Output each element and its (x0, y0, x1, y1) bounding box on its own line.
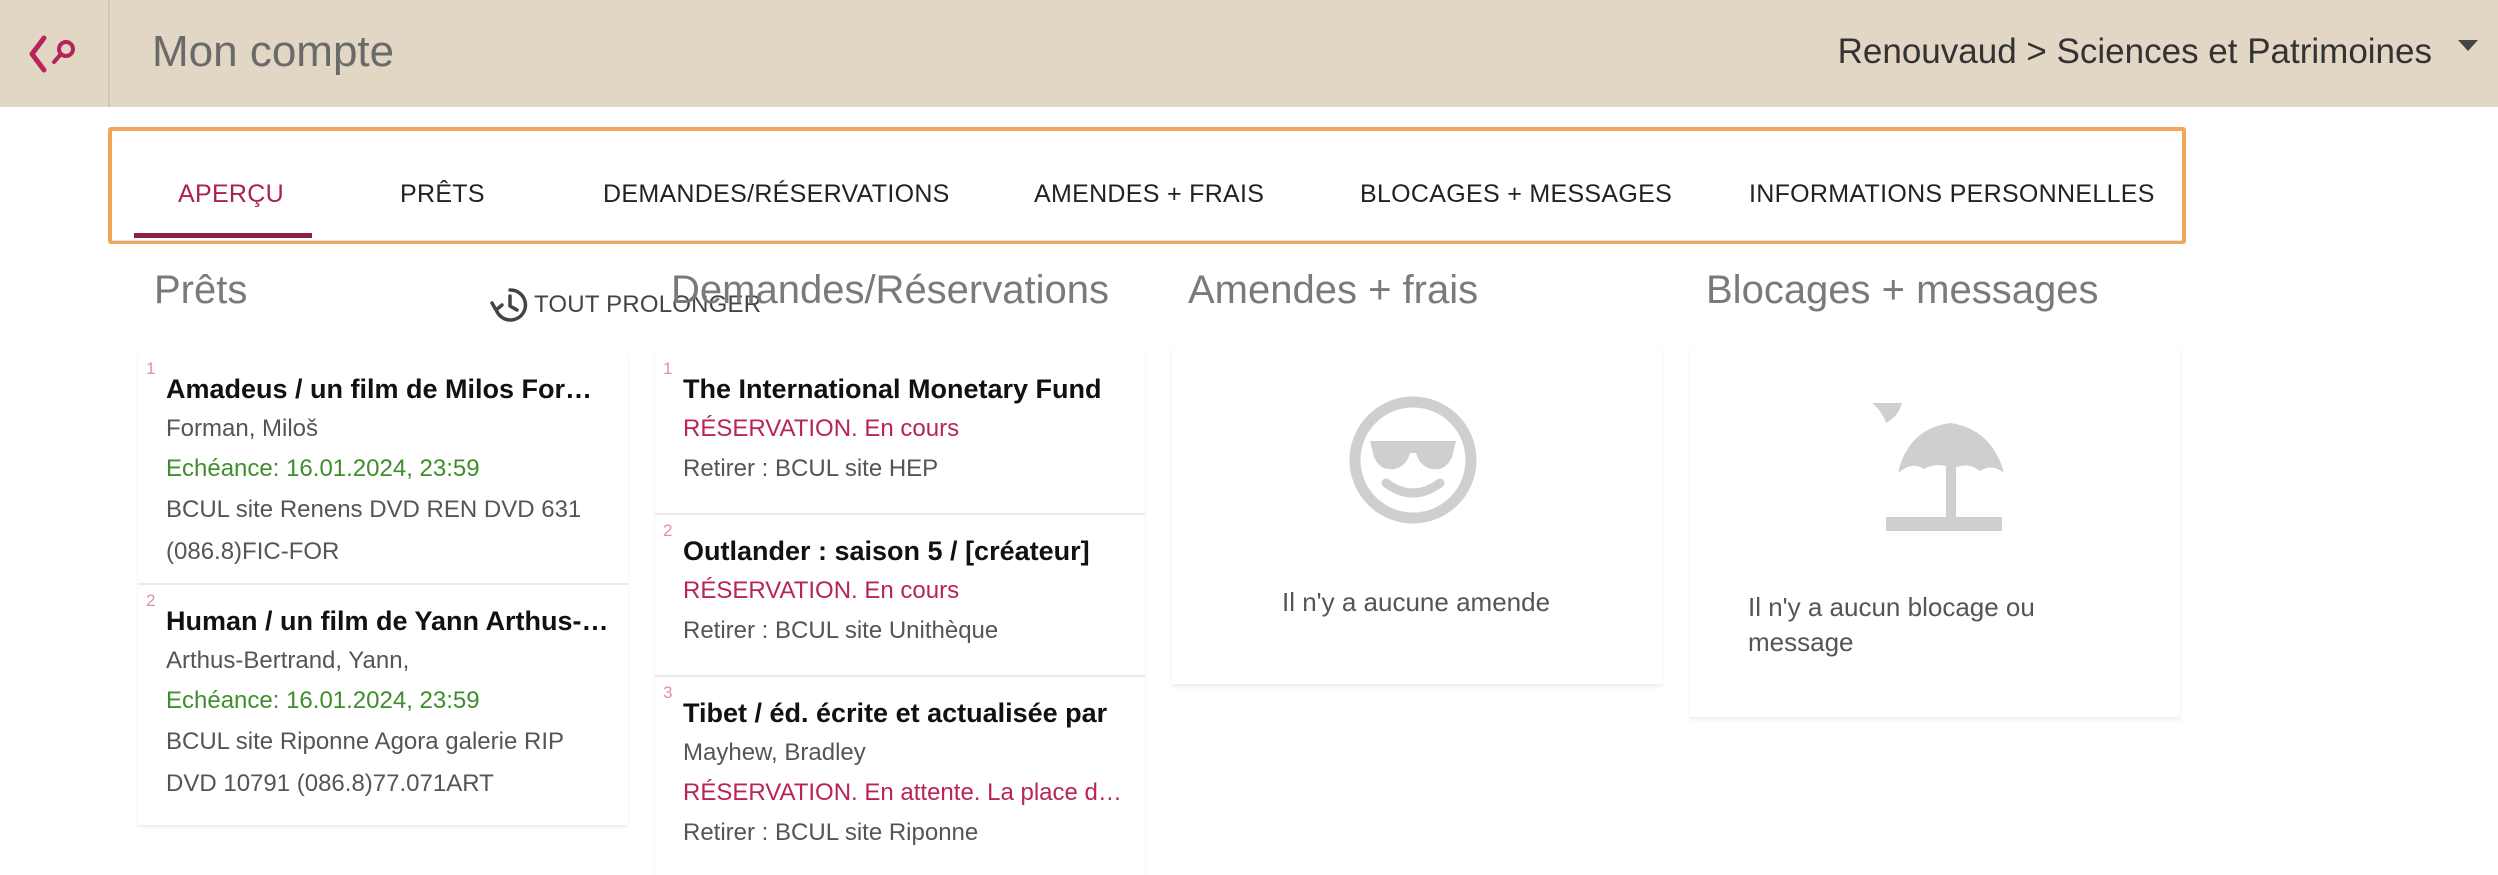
item-location: BCUL site Riponne Agora galerie RIP DVD … (166, 728, 564, 797)
blocks-empty-message: Il n'y a aucun blocage ou message (1748, 592, 2035, 657)
tab-requests[interactable]: DEMANDES/RÉSERVATIONS (603, 179, 950, 209)
item-number: 2 (146, 591, 156, 610)
back-search-icon (29, 35, 75, 72)
item-status: RÉSERVATION. En cours (683, 415, 960, 442)
request-item[interactable]: 1 The International Monetary Fund RÉSERV… (655, 353, 1145, 515)
item-title[interactable]: Tibet / éd. écrite et actualisée par (683, 693, 1129, 733)
item-number: 2 (663, 521, 673, 540)
item-author: Forman, Miloš (166, 415, 319, 442)
renew-clock-icon (490, 288, 528, 322)
item-number: 1 (146, 359, 156, 378)
tab-fines[interactable]: AMENDES + FRAIS (1034, 179, 1264, 209)
blocks-empty-card: Il n'y a aucun blocage ou message (1690, 345, 2180, 717)
item-title[interactable]: The International Monetary Fund (683, 369, 1129, 409)
loans-list: 1 Amadeus / un film de Milos Forman Form… (138, 353, 628, 825)
chevron-down-icon[interactable] (2458, 40, 2478, 51)
tab-loans[interactable]: PRÊTS (400, 179, 485, 209)
institution-selector[interactable]: Renouvaud > Sciences et Patrimoines (1838, 26, 2432, 78)
fines-empty-message: Il n'y a aucune amende (1282, 587, 1551, 617)
item-pickup: Retirer : BCUL site Riponne (683, 819, 979, 846)
tab-personal-info[interactable]: INFORMATIONS PERSONNELLES (1749, 179, 2155, 209)
active-tab-indicator (134, 233, 312, 238)
item-location: BCUL site Renens DVD REN DVD 631 (086.8)… (166, 496, 582, 565)
item-status: RÉSERVATION. En cours (683, 577, 960, 604)
item-author: Arthus-Bertrand, Yann, (166, 647, 410, 674)
fines-panel: Amendes + frais Il n'y a aucune amende (1172, 265, 1662, 684)
item-title[interactable]: Amadeus / un film de Milos Forman (166, 369, 612, 409)
blocks-panel: Blocages + messages Il n'y a aucun bloca… (1690, 265, 2180, 717)
item-pickup: Retirer : BCUL site Unithèque (683, 617, 999, 644)
tab-blocks[interactable]: BLOCAGES + MESSAGES (1360, 179, 1672, 209)
item-title[interactable]: Human / un film de Yann Arthus-Bertrand (166, 601, 612, 641)
page-title: Mon compte (152, 27, 395, 76)
item-due-date: Echéance: 16.01.2024, 23:59 (166, 687, 480, 714)
fines-title: Amendes + frais (1188, 268, 1479, 312)
fines-empty-card: Il n'y a aucune amende (1172, 345, 1662, 684)
item-number: 3 (663, 683, 673, 702)
tab-overview[interactable]: APERÇU (178, 179, 284, 209)
requests-panel: Demandes/Réservations 1 The Internationa… (655, 265, 1145, 875)
item-title[interactable]: Outlander : saison 5 / [créateur] (683, 531, 1129, 571)
item-pickup: Retirer : BCUL site HEP (683, 455, 939, 482)
requests-list: 1 The International Monetary Fund RÉSERV… (655, 353, 1145, 875)
item-status: RÉSERVATION. En attente. La place dans l… (683, 779, 1129, 806)
account-tabs: APERÇU PRÊTS DEMANDES/RÉSERVATIONS AMEND… (108, 127, 2186, 244)
item-due-date: Echéance: 16.01.2024, 23:59 (166, 455, 480, 482)
item-number: 1 (663, 359, 673, 378)
loan-item[interactable]: 1 Amadeus / un film de Milos Forman Form… (138, 353, 628, 585)
loan-item[interactable]: 2 Human / un film de Yann Arthus-Bertran… (138, 585, 628, 825)
tabs-divider (112, 240, 2182, 241)
beach-umbrella-icon (1872, 403, 2004, 531)
loans-panel: Prêts TOUT PROLONGER 1 Amadeus / un film… (138, 265, 761, 825)
back-to-search-button[interactable] (0, 0, 110, 107)
blocks-title: Blocages + messages (1706, 268, 2099, 312)
request-item[interactable]: 3 Tibet / éd. écrite et actualisée par M… (655, 677, 1145, 875)
top-bar: Mon compte Renouvaud > Sciences et Patri… (0, 0, 2498, 107)
requests-title: Demandes/Réservations (671, 268, 1109, 312)
request-item[interactable]: 2 Outlander : saison 5 / [créateur] RÉSE… (655, 515, 1145, 677)
sunglasses-smiley-icon (1349, 396, 1477, 524)
item-author: Mayhew, Bradley (683, 739, 866, 766)
